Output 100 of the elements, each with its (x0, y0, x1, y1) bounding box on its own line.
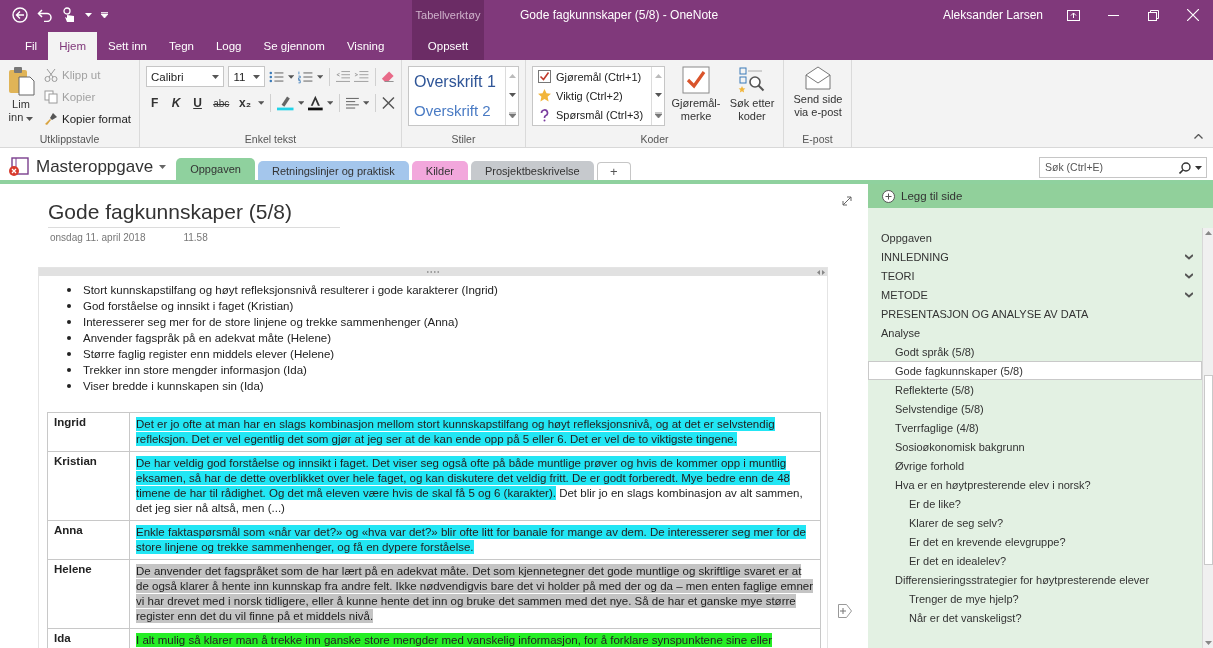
format-button[interactable]: abc (210, 93, 233, 113)
notebook-icon (8, 157, 30, 177)
caret-icon (212, 74, 220, 79)
page-item[interactable]: METODE (868, 285, 1202, 304)
touch-icon[interactable] (62, 7, 76, 23)
more-icon[interactable] (654, 111, 662, 118)
add-page-button[interactable]: Legg til side (868, 184, 1213, 208)
page-item[interactable]: Øvrige forhold (868, 456, 1202, 475)
undo-icon[interactable] (37, 8, 53, 22)
more-icon[interactable] (508, 111, 516, 118)
page-item[interactable]: Sosioøkonomisk bakgrunn (868, 437, 1202, 456)
clear-formatting-icon[interactable] (382, 96, 395, 110)
format-button[interactable]: F (146, 93, 164, 113)
page-item[interactable]: Er det en idealelev? (868, 551, 1202, 570)
restore-icon (1147, 9, 1159, 21)
context-label: Tabellverktøy (415, 9, 481, 21)
page-item[interactable]: Gode fagkunnskaper (5/8) (868, 361, 1202, 380)
bullet-text: Interesserer seg mer for de store linjene og trekke sammenhenger (Anna) (83, 316, 459, 328)
resize-arrows-icon[interactable] (817, 269, 825, 275)
ribbon-tab[interactable]: Se gjennom (252, 32, 336, 60)
tag-item[interactable]: Viktig (Ctrl+2) (538, 89, 646, 103)
collapse-ribbon-icon[interactable] (1194, 134, 1203, 139)
style-item[interactable]: Overskrift 2 (414, 102, 500, 120)
search-icon[interactable] (1179, 161, 1191, 174)
chevron-down-icon[interactable] (1185, 253, 1193, 260)
tag-button[interactable]: Gjøremål-merke (671, 64, 721, 133)
format-button[interactable]: U (188, 93, 207, 113)
ribbon-tab[interactable]: Fil (14, 32, 49, 60)
table-cell: Enkle faktaspørsmål som «når var det?» og «hva var det?» blir ofte litt for banale for mange av dem. De interesserer seg mer for de store linjene og trekke sammenhenger, og få en dypere forståelse. (129, 520, 821, 560)
add-section-tab[interactable]: + (596, 162, 631, 180)
ribbon-tab[interactable]: Hjem (48, 32, 97, 60)
bullet-icon (67, 368, 71, 372)
table-cell: Ingrid (47, 412, 130, 452)
page-item[interactable]: TEORI (868, 266, 1202, 285)
font-size-field[interactable]: 11 (228, 66, 266, 87)
caret-icon (257, 101, 265, 105)
font-color-icon[interactable] (307, 95, 323, 111)
page-item[interactable]: Trenger de mye hjelp? (868, 589, 1202, 608)
page-item[interactable]: Differensieringsstrategier for høytpresterende elever (868, 570, 1202, 589)
table-cell: De anvender det fagspråket som de har lært på en adekvat måte. Det som kjennetegner det gode muntlige og skriftlige svaret er at de også klarer å hente inn kunnskap fra andre felt. Ikke nødvendigvis bare det vi holder på med der og da – men enten faglige emner vi har drevet med i norsk tidligere, eller å kunne hente det inn og bruke det sammen med det nye. Så de har et ganske mye større register enn det du vil finne på et middels nivå. (129, 559, 821, 629)
page-item[interactable]: Er det en krevende elevgruppe? (868, 532, 1202, 551)
send-email-button[interactable]: Send side via e-post (790, 64, 846, 133)
group-label: Enkel tekst (243, 133, 298, 145)
page-item[interactable]: Analyse (868, 323, 1202, 342)
user-name[interactable]: Aleksander Larsen (942, 8, 1043, 22)
star-icon (538, 89, 551, 103)
ribbon-tab[interactable]: Visning (335, 32, 396, 60)
page-item[interactable]: Selvstendige (5/8) (868, 399, 1202, 418)
section-tab[interactable]: Oppgaven (176, 158, 255, 180)
scroll-up-icon[interactable] (1204, 231, 1212, 235)
notebook-title[interactable]: Masteroppgave (8, 157, 167, 177)
table-cell: Kristian (47, 451, 130, 521)
chevron-down-icon[interactable] (1185, 291, 1193, 298)
tag-item[interactable]: Gjøremål (Ctrl+1) (538, 70, 646, 84)
tag-item[interactable]: Spørsmål (Ctrl+3) (538, 108, 646, 122)
page-item[interactable]: Når er det vanskeligst? (868, 608, 1202, 627)
chevron-down-icon[interactable] (1185, 272, 1193, 279)
table-cell: Anna (47, 520, 130, 560)
page-item[interactable]: Godt språk (5/8) (868, 342, 1202, 361)
page-item[interactable]: Reflekterte (5/8) (868, 380, 1202, 399)
ribbon-tab[interactable]: Tegn (158, 32, 205, 60)
highlighter-icon[interactable] (277, 95, 294, 111)
page-time: 11.58 (183, 232, 208, 243)
scrollbar[interactable] (1202, 228, 1213, 648)
clipboard-button[interactable]: Kopier format (41, 108, 133, 129)
paste-button[interactable]: Lim inn (6, 64, 36, 133)
page-item[interactable]: Klarer de seg selv? (868, 513, 1202, 532)
caret-icon (326, 101, 334, 105)
font-field[interactable]: Calibri (146, 66, 225, 87)
page-item[interactable]: Hva er en høytpresterende elev i norsk? (868, 475, 1202, 494)
clipboard-icon (7, 66, 35, 96)
bullet-icon (67, 320, 71, 324)
bullet-list-icon[interactable] (269, 69, 284, 84)
page-item[interactable]: Tverrfaglige (4/8) (868, 418, 1202, 437)
page-item[interactable]: INNLEDNING (868, 247, 1202, 266)
format-button[interactable]: x₂ (236, 93, 254, 113)
search-field[interactable]: Søk (Ctrl+E) (1039, 156, 1207, 178)
scroll-down-icon[interactable] (1204, 641, 1212, 645)
bullet-icon (67, 352, 71, 356)
page-item[interactable]: Er de like? (868, 494, 1202, 513)
style-item[interactable]: Overskrift 1 (414, 72, 500, 91)
page-item[interactable]: Oppgaven (868, 228, 1202, 247)
table-cell: Ida (47, 628, 130, 648)
back-icon[interactable] (12, 7, 28, 23)
find-tags-icon (738, 66, 766, 94)
section-tab[interactable]: Kilder (411, 161, 468, 180)
tag-button[interactable]: Søk etter koder (727, 64, 777, 133)
ribbon-tab[interactable]: Sett inn (97, 32, 158, 60)
customize-icon[interactable] (101, 12, 108, 18)
section-tab[interactable]: Retningslinjer og praktisk (257, 161, 409, 180)
plus-circle-icon (882, 189, 895, 203)
ribbon-tab[interactable]: Logg (204, 32, 253, 60)
format-button[interactable]: K (167, 93, 185, 113)
expand-icon[interactable] (842, 196, 852, 206)
eraser-icon[interactable] (381, 69, 395, 84)
align-icon[interactable] (346, 97, 359, 109)
page-item[interactable]: PRESENTASJON OG ANALYSE AV DATA (868, 304, 1202, 323)
add-icon[interactable] (838, 604, 852, 618)
section-tab[interactable]: Prosjektbeskrivelse (470, 161, 594, 180)
checkbox-icon (538, 70, 551, 84)
